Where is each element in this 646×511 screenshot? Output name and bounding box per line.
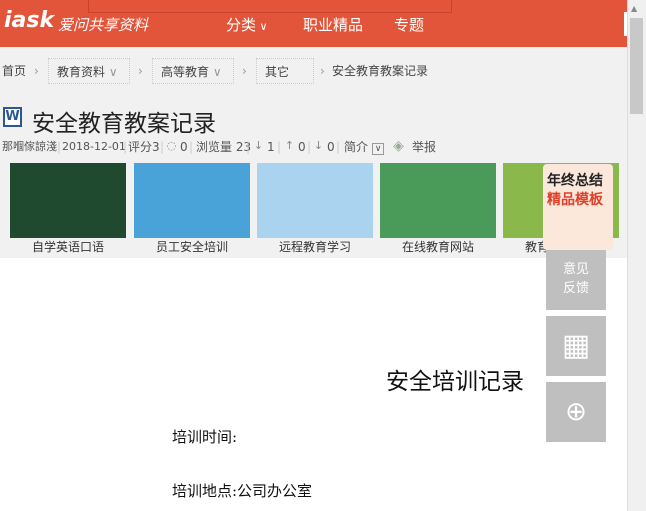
comment-count: 0: [180, 140, 188, 154]
related-thumbnail[interactable]: [10, 163, 126, 238]
breadcrumb-separator: ›: [242, 64, 247, 78]
label: 高等教育: [161, 65, 210, 79]
download-count: 1: [267, 140, 275, 154]
thumbs-down-icon[interactable]: ↓: [312, 139, 325, 153]
shield-icon: ◈: [393, 138, 404, 154]
word-icon: W: [3, 107, 22, 127]
divider: |: [277, 140, 282, 154]
qr-code-button[interactable]: ▦: [546, 316, 606, 376]
related-thumbnail[interactable]: [257, 163, 373, 238]
logo-subtitle: 爱问共享资料: [58, 16, 149, 34]
related-label[interactable]: 远程教育学习: [253, 238, 377, 255]
shield-plus-icon: ⊕: [565, 397, 587, 427]
feedback-button[interactable]: 意见反馈: [546, 250, 606, 310]
search-box-edge[interactable]: [88, 0, 452, 13]
divider: |: [57, 140, 62, 154]
views: 浏览量 23: [196, 140, 252, 154]
related-thumbnail[interactable]: [134, 163, 250, 238]
logo[interactable]: iask: [4, 8, 54, 33]
page-title: 安全教育教案记录: [32, 111, 216, 137]
divider: |: [160, 140, 165, 154]
like-count: 0: [298, 140, 306, 154]
divider: |: [123, 140, 128, 154]
related-label[interactable]: 自学英语口语: [6, 238, 130, 255]
divider: |: [246, 140, 251, 154]
ad-line: 精品模板: [547, 192, 603, 208]
author[interactable]: 那嗰傢諒淺: [2, 139, 57, 155]
summary-toggle[interactable]: 简介 ∨: [344, 139, 385, 157]
breadcrumb-edu[interactable]: 教育资料 ∨: [48, 58, 130, 84]
related-thumbnail[interactable]: [380, 163, 496, 238]
report-link[interactable]: 举报: [412, 139, 436, 155]
related-label[interactable]: 员工安全培训: [130, 238, 254, 255]
doc-meta: 那嗰傢諒淺 | 2018-12-01 | 评分3 | ◌ 0 | 浏览量 23 …: [0, 139, 440, 155]
divider: |: [189, 140, 194, 154]
breadcrumb-current: 安全教育教案记录: [332, 64, 429, 78]
breadcrumb-higher-edu[interactable]: 高等教育 ∨: [152, 58, 234, 84]
ad-line: 年终总结: [547, 173, 603, 189]
nav-premium[interactable]: 职业精品: [303, 14, 363, 35]
scroll-up-icon[interactable]: ▲: [631, 4, 637, 13]
divider: |: [307, 140, 312, 154]
nav-category[interactable]: 分类 ∨: [226, 14, 268, 35]
download-icon[interactable]: ↓: [252, 139, 265, 153]
rating: 评分3: [128, 140, 160, 154]
dislike-count: 0: [327, 140, 335, 154]
ad-banner[interactable]: 年终总结 精品模板: [543, 164, 613, 250]
breadcrumb-home[interactable]: 首页: [2, 58, 26, 84]
feedback-label: 意见反馈: [562, 262, 589, 296]
comment-icon[interactable]: ◌: [165, 139, 178, 153]
doc-line: 培训时间:: [172, 428, 238, 446]
chevron-down-icon: ∨: [108, 65, 118, 79]
security-button[interactable]: ⊕: [546, 382, 606, 442]
breadcrumb-separator: ›: [138, 64, 143, 78]
chevron-down-icon: ∨: [212, 65, 222, 79]
summary-label: 简介: [344, 140, 369, 154]
scrollbar-thumb[interactable]: [630, 18, 643, 114]
divider: |: [336, 140, 341, 154]
doc-line: 培训地点:公司办公室: [172, 482, 313, 500]
breadcrumb-separator: ›: [320, 64, 325, 78]
chevron-down-icon: ∨: [256, 20, 268, 33]
thumbs-up-icon[interactable]: ↑: [283, 139, 296, 153]
label: 教育资料: [57, 65, 106, 79]
doc-heading: 安全培训记录: [386, 369, 524, 395]
related-label[interactable]: 在线教育网站: [376, 238, 500, 255]
date: 2018-12-01: [62, 140, 126, 153]
qr-code-icon: ▦: [561, 328, 591, 363]
nav-label: 分类: [226, 16, 257, 34]
breadcrumb-separator: ›: [34, 64, 39, 78]
chevron-down-icon: ∨: [371, 143, 385, 155]
document-page: 安全培训记录 培训时间: 培训地点:公司办公室: [0, 258, 627, 511]
breadcrumb-other[interactable]: 其它: [256, 58, 314, 84]
scrollbar[interactable]: ▲: [627, 0, 646, 511]
nav-topics[interactable]: 专题: [394, 14, 424, 35]
top-nav-bar: iask 爱问共享资料 分类 ∨ 职业精品 专题: [0, 0, 627, 47]
